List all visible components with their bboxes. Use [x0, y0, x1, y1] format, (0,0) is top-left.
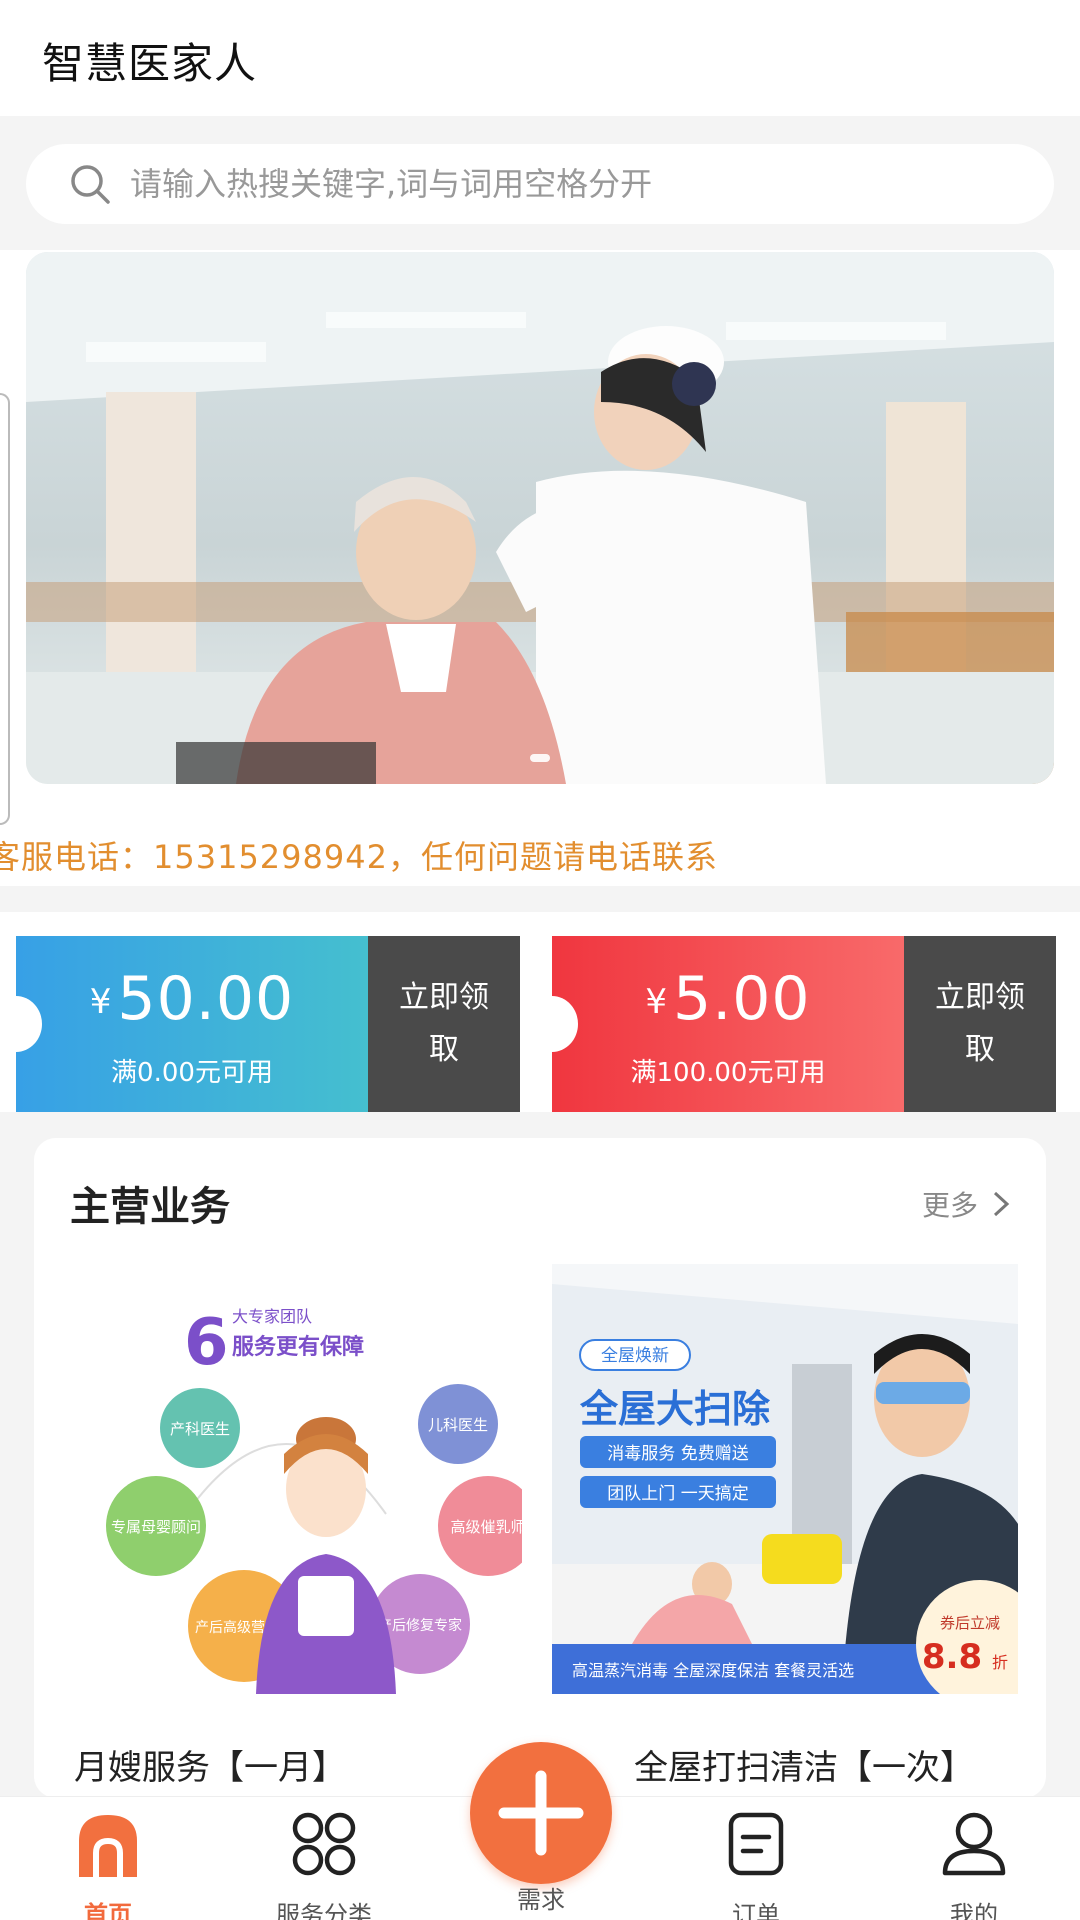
coupon-value-area: ¥5.00 满100.00元可用 — [552, 936, 904, 1112]
coupon-card[interactable]: ¥50.00 满0.00元可用 立即领取 — [16, 936, 520, 1112]
tab-mine[interactable]: 我的 — [894, 1811, 1054, 1920]
tab-label: 首页 — [84, 1901, 132, 1920]
section-title: 主营业务 — [70, 1184, 230, 1230]
main-business-card: 主营业务 更多 6 大专家团队 服务更有保障 产科医生 儿科医生 专属母婴顾问 … — [34, 1138, 1046, 1798]
coupon-amount: ¥5.00 — [552, 964, 904, 1034]
promo-pill: 消毒服务 免费赠送 — [607, 1444, 748, 1464]
app-title: 智慧医家人 — [42, 39, 258, 88]
role-label: 高级催乳师 — [450, 1518, 522, 1536]
tab-home[interactable]: 首页 — [28, 1811, 188, 1920]
app-header: 智慧医家人 — [0, 0, 1080, 116]
badge-number: 6 — [184, 1306, 229, 1380]
tab-service-category[interactable]: 服务分类 — [244, 1811, 404, 1920]
more-link[interactable]: 更多 — [922, 1184, 1010, 1224]
plus-icon — [498, 1770, 584, 1856]
tab-label: 服务分类 — [276, 1901, 372, 1920]
coupon-condition: 满0.00元可用 — [111, 1058, 273, 1088]
promo-headline: 全屋大扫除 — [579, 1387, 771, 1431]
role-label: 产科医生 — [170, 1420, 230, 1438]
role-label: 儿科医生 — [428, 1416, 488, 1434]
coupon-amount-value: 50.00 — [117, 964, 295, 1034]
search-bar[interactable] — [26, 144, 1054, 224]
banner-section: 客服电话：15315298942，任何问题请电话联系 — [0, 250, 1080, 886]
order-icon — [728, 1812, 784, 1876]
search-input[interactable] — [130, 144, 1030, 224]
promo-footer: 高温蒸汽消毒 全屋深度保洁 套餐灵活选 — [572, 1661, 854, 1680]
claim-coupon-button[interactable]: 立即领取 — [368, 936, 520, 1112]
search-icon — [71, 165, 110, 204]
coupon-condition: 满100.00元可用 — [630, 1058, 826, 1088]
claim-coupon-button[interactable]: 立即领取 — [904, 936, 1056, 1112]
notice-text: 客服电话：15315298942，任何问题请电话联系 — [0, 838, 718, 876]
service-item-image[interactable]: 全屋焕新 全屋大扫除 消毒服务 免费赠送 团队上门 一天搞定 高温蒸汽消毒 全屋… — [552, 1264, 1018, 1694]
currency-symbol: ¥ — [89, 982, 112, 1022]
tab-label: 我的 — [950, 1901, 998, 1920]
discount-value: 8.8 — [922, 1637, 982, 1677]
hero-banner[interactable] — [26, 252, 1054, 784]
service-item-image[interactable]: 6 大专家团队 服务更有保障 产科医生 儿科医生 专属母婴顾问 高级催乳师 产后… — [56, 1264, 522, 1694]
promo-tag: 全屋焕新 — [601, 1346, 669, 1366]
coupon-value-area: ¥50.00 满0.00元可用 — [16, 936, 368, 1112]
carousel-indicator[interactable] — [530, 754, 550, 762]
maternity-service-image: 6 大专家团队 服务更有保障 产科医生 儿科医生 专属母婴顾问 高级催乳师 产后… — [56, 1264, 522, 1694]
service-item-title[interactable]: 全屋打扫清洁【一次】 — [634, 1740, 974, 1789]
service-item-title[interactable]: 月嫂服务【一月】 — [74, 1740, 346, 1789]
more-label: 更多 — [921, 1189, 978, 1222]
currency-symbol: ¥ — [645, 982, 668, 1022]
home-icon — [79, 1815, 137, 1877]
tab-demand-button[interactable] — [470, 1742, 612, 1884]
user-icon — [942, 1812, 1006, 1876]
notice-marquee: 客服电话：15315298942，任何问题请电话联系 — [0, 820, 1080, 886]
chevron-right-icon — [993, 1191, 1010, 1217]
coupon-amount-value: 5.00 — [673, 964, 811, 1034]
search-section — [0, 116, 1080, 250]
coupon-card[interactable]: ¥5.00 满100.00元可用 立即领取 — [552, 936, 1056, 1112]
role-label: 专属母婴顾问 — [111, 1518, 201, 1536]
tab-label: 需求 — [517, 1886, 565, 1914]
promo-pill: 团队上门 一天搞定 — [607, 1484, 748, 1504]
coupon-section: ¥50.00 满0.00元可用 立即领取 ¥5.00 满100.00元可用 立即… — [0, 912, 1080, 1112]
tab-orders[interactable]: 订单 — [676, 1811, 836, 1920]
banner-image — [26, 252, 1054, 784]
side-handle[interactable] — [0, 393, 10, 825]
discount-unit: 折 — [992, 1653, 1008, 1672]
badge-bottom-text: 服务更有保障 — [232, 1334, 364, 1360]
badge-top-text: 大专家团队 — [232, 1307, 312, 1326]
role-label: 产后修复专家 — [378, 1617, 462, 1634]
tab-label: 订单 — [732, 1901, 780, 1920]
category-grid-icon — [292, 1812, 356, 1876]
coupon-amount: ¥50.00 — [16, 964, 368, 1034]
discount-label: 券后立减 — [940, 1614, 1000, 1632]
cleaning-service-image: 全屋焕新 全屋大扫除 消毒服务 免费赠送 团队上门 一天搞定 高温蒸汽消毒 全屋… — [552, 1264, 1018, 1694]
